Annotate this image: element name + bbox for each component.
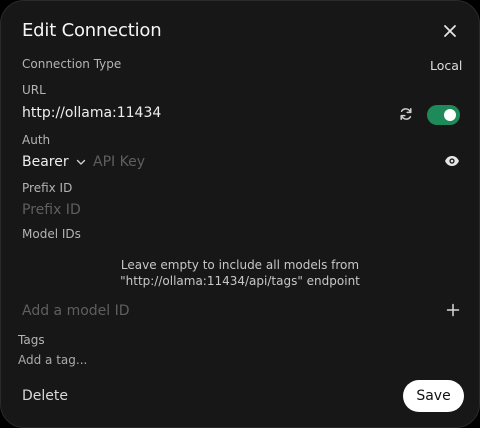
url-input[interactable]: http://ollama:11434 (22, 103, 382, 123)
toggle-knob (444, 109, 456, 121)
save-button[interactable]: Save (403, 380, 464, 412)
connection-type-toggle[interactable]: Local (430, 58, 462, 73)
add-model-button[interactable] (446, 303, 460, 317)
connection-type-label: Connection Type (22, 57, 122, 71)
edit-connection-dialog: Edit Connection Connection Type Local UR… (0, 0, 480, 428)
prefix-id-label: Prefix ID (22, 181, 73, 195)
chevron-down-icon (76, 159, 85, 165)
enable-connection-toggle[interactable] (427, 105, 460, 125)
add-tag-input[interactable]: Add a tag... (18, 353, 87, 367)
close-icon (444, 25, 456, 37)
delete-button[interactable]: Delete (22, 388, 68, 404)
model-ids-label: Model IDs (22, 227, 81, 241)
tags-label: Tags (18, 333, 45, 347)
auth-label: Auth (22, 133, 51, 147)
refresh-icon (400, 108, 412, 120)
eye-icon (445, 156, 459, 166)
show-api-key-button[interactable] (444, 153, 460, 169)
close-button[interactable] (441, 22, 459, 40)
prefix-id-input[interactable]: Prefix ID (22, 200, 81, 220)
api-key-input[interactable]: API Key (93, 152, 145, 172)
auth-type-select[interactable]: Bearer (22, 152, 87, 172)
dialog-title: Edit Connection (22, 20, 162, 41)
model-ids-hint: Leave empty to include all models from "… (120, 258, 360, 288)
verify-connection-button[interactable] (398, 106, 414, 122)
url-label: URL (22, 83, 46, 97)
plus-icon (446, 303, 460, 317)
auth-type-value: Bearer (22, 154, 69, 170)
add-model-id-input[interactable]: Add a model ID (22, 301, 130, 321)
